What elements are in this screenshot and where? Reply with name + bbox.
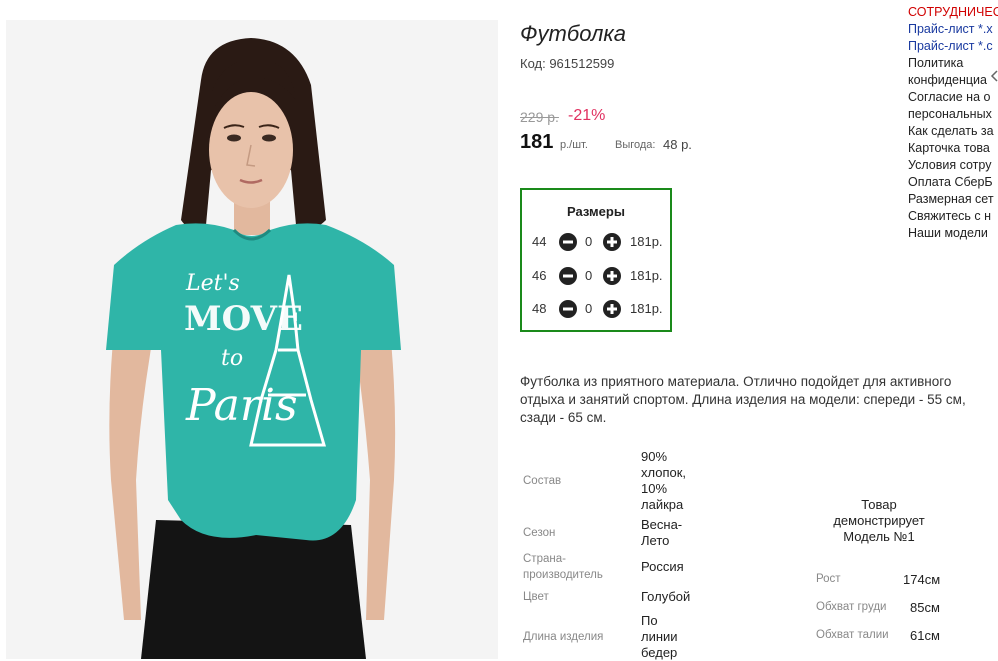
plus-icon <box>607 237 617 247</box>
shirt-print-line1: Let's <box>185 271 240 296</box>
current-price: 181 <box>520 131 554 153</box>
model-param-value: 61см <box>910 628 940 643</box>
spec-label: Длина изделия <box>523 631 604 643</box>
side-menu-link[interactable]: Наши модели <box>908 225 998 242</box>
product-description: Футболка из приятного материала. Отлично… <box>520 374 966 425</box>
sizes-title: Размеры <box>567 204 625 219</box>
spec-label: Цвет <box>523 591 549 603</box>
spec-value: Голубой <box>641 589 691 604</box>
quantity-value: 0 <box>585 268 593 283</box>
product-code: Код: 961512599 <box>520 56 615 71</box>
plus-icon <box>607 271 617 281</box>
spec-value: 90% хлопок, 10% лайкра <box>641 449 687 512</box>
model-param-value: 174см <box>903 572 941 587</box>
minus-icon <box>563 274 573 278</box>
side-menu-link[interactable]: Размерная сет <box>908 191 998 208</box>
discount-badge: -21% <box>568 107 606 124</box>
model-title: Товар демонстрирует Модель №1 <box>833 497 925 544</box>
size-row: 48 0 181р. <box>522 299 670 321</box>
quantity-value: 0 <box>585 234 593 249</box>
spec-value: Весна-Лето <box>641 517 683 548</box>
old-price: 229 р. <box>520 109 559 125</box>
decrease-quantity-button[interactable] <box>559 267 577 285</box>
minus-icon <box>563 240 573 244</box>
quantity-value: 0 <box>585 301 593 316</box>
size-row: 46 0 181р. <box>522 266 670 288</box>
plus-icon <box>607 304 617 314</box>
side-menu-link[interactable]: Карточка това <box>908 140 998 157</box>
model-param-label: Обхват талии <box>816 629 889 641</box>
increase-quantity-button[interactable] <box>603 267 621 285</box>
model-param-value: 85см <box>910 600 940 615</box>
size-label: 48 <box>532 301 547 316</box>
side-menu-link[interactable]: Согласие на о <box>908 89 998 106</box>
increase-quantity-button[interactable] <box>603 300 621 318</box>
size-price: 181р. <box>630 301 663 316</box>
price-unit: р./шт. <box>560 139 588 151</box>
size-selector: Размеры 44 0 181р. 46 0 181р. 48 0 181р. <box>520 188 672 332</box>
product-photo-illustration: Let's MOVE to Paris <box>6 20 498 659</box>
size-label: 44 <box>532 234 547 249</box>
spec-label: Сезон <box>523 527 556 539</box>
model-param-label: Обхват груди <box>816 601 887 613</box>
side-menu-cooperation-link[interactable]: СОТРУДНИЧЕС <box>908 4 998 21</box>
size-row: 44 0 181р. <box>522 232 670 254</box>
side-menu-link[interactable]: Оплата СберБ <box>908 174 998 191</box>
savings-label: Выгода: <box>615 139 656 151</box>
side-menu-link[interactable]: Как сделать за <box>908 123 998 140</box>
decrease-quantity-button[interactable] <box>559 300 577 318</box>
size-price: 181р. <box>630 268 663 283</box>
product-title: Футболка <box>520 21 626 46</box>
side-menu-pricelist-link[interactable]: Прайс-лист *.c <box>908 38 998 55</box>
shirt-print-line3: to <box>221 346 243 371</box>
size-label: 46 <box>532 268 547 283</box>
savings-value: 48 р. <box>663 137 692 152</box>
model-param-label: Рост <box>816 573 841 585</box>
spec-label: Состав <box>523 475 562 487</box>
side-menu: СОТРУДНИЧЕС Прайс-лист *.x Прайс-лист *.… <box>908 4 998 242</box>
side-menu-link[interactable]: Условия сотру <box>908 157 998 174</box>
side-menu-link[interactable]: конфиденциа <box>908 72 998 89</box>
scroll-arrow-icon[interactable] <box>990 70 998 82</box>
spec-label: Страна-производитель <box>523 553 603 581</box>
shirt-print-line4: Paris <box>185 380 298 431</box>
side-menu-link[interactable]: Политика <box>908 55 998 72</box>
minus-icon <box>563 307 573 311</box>
side-menu-link[interactable]: персональных <box>908 106 998 123</box>
increase-quantity-button[interactable] <box>603 233 621 251</box>
side-menu-pricelist-link[interactable]: Прайс-лист *.x <box>908 21 998 38</box>
decrease-quantity-button[interactable] <box>559 233 577 251</box>
size-price: 181р. <box>630 234 663 249</box>
side-menu-link[interactable]: Свяжитесь с н <box>908 208 998 225</box>
spec-value: По линии бедер <box>641 613 678 660</box>
product-photo[interactable]: Let's MOVE to Paris <box>6 20 498 659</box>
spec-value: Россия <box>641 559 684 574</box>
